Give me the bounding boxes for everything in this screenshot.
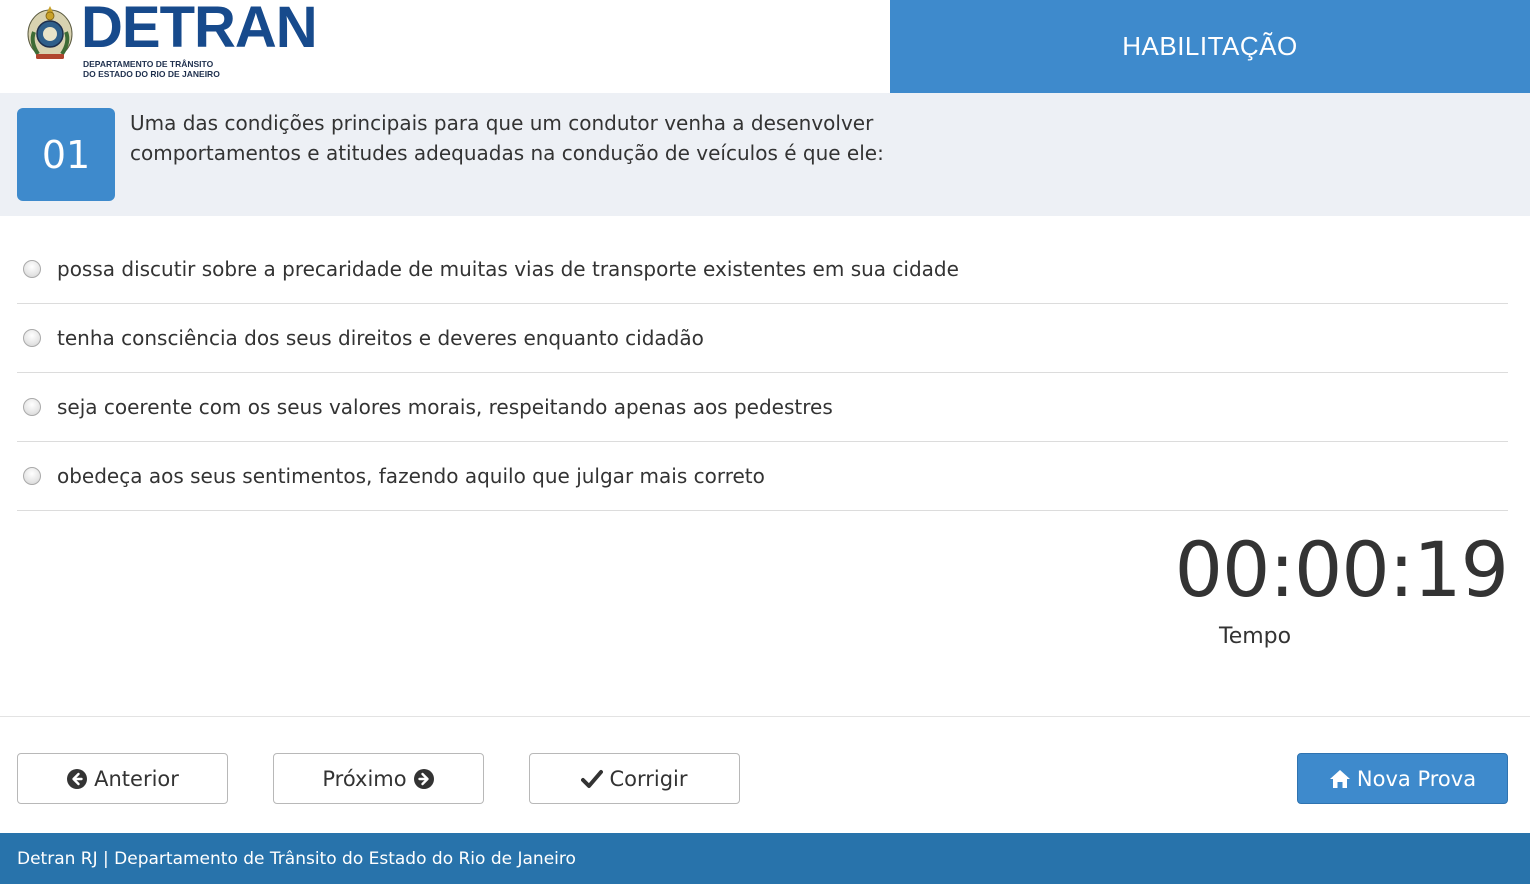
question-number-badge: 01	[17, 108, 115, 201]
radio-button[interactable]	[23, 329, 41, 347]
check-icon	[581, 769, 604, 788]
radio-button[interactable]	[23, 467, 41, 485]
arrow-circle-left-icon	[67, 768, 88, 789]
next-button-label: Próximo	[322, 766, 407, 791]
radio-button[interactable]	[23, 260, 41, 278]
answer-option-text[interactable]: tenha consciência dos seus direitos e de…	[57, 326, 704, 350]
answer-option[interactable]: obedeça aos seus sentimentos, fazendo aq…	[17, 442, 1508, 511]
answer-option[interactable]: possa discutir sobre a precaridade de mu…	[17, 235, 1508, 304]
answer-option[interactable]: tenha consciência dos seus direitos e de…	[17, 304, 1508, 373]
coat-of-arms-icon	[27, 6, 73, 59]
question-text: Uma das condições principais para que um…	[130, 111, 884, 165]
answer-option[interactable]: seja coerente com os seus valores morais…	[17, 373, 1508, 442]
home-icon	[1329, 769, 1350, 788]
answer-option-text[interactable]: obedeça aos seus sentimentos, fazendo aq…	[57, 464, 765, 488]
check-answer-button[interactable]: Corrigir	[529, 753, 740, 804]
footer-text: Detran RJ | Departamento de Trânsito do …	[17, 848, 576, 869]
logo-wordmark: DETRAN	[81, 0, 318, 60]
answer-option-text[interactable]: possa discutir sobre a precaridade de mu…	[57, 257, 959, 281]
detran-logo[interactable]: DETRAN DEPARTAMENTO DE TRÂNSITO DO ESTAD…	[24, 0, 334, 82]
radio-button[interactable]	[23, 398, 41, 416]
logo-subtitle: DEPARTAMENTO DE TRÂNSITO DO ESTADO DO RI…	[83, 59, 220, 79]
divider	[0, 716, 1530, 717]
page-header: DETRAN DEPARTAMENTO DE TRÂNSITO DO ESTAD…	[0, 0, 1530, 93]
check-answer-button-label: Corrigir	[609, 766, 688, 791]
previous-button[interactable]: Anterior	[17, 753, 228, 804]
section-banner: HABILITAÇÃO	[890, 0, 1530, 93]
previous-button-label: Anterior	[94, 766, 179, 791]
timer-display: 00:00:19	[1174, 525, 1509, 614]
section-title: HABILITAÇÃO	[1122, 31, 1298, 61]
page-footer: Detran RJ | Departamento de Trânsito do …	[0, 833, 1530, 884]
new-exam-button-label: Nova Prova	[1356, 766, 1477, 791]
new-exam-button[interactable]: Nova Prova	[1297, 753, 1508, 804]
timer-label: Tempo	[1219, 624, 1292, 649]
arrow-circle-right-icon	[413, 768, 434, 789]
answer-options: possa discutir sobre a precaridade de mu…	[17, 235, 1508, 511]
answer-option-text[interactable]: seja coerente com os seus valores morais…	[57, 395, 833, 419]
next-button[interactable]: Próximo	[273, 753, 484, 804]
question-panel: 01 Uma das condições principais para que…	[0, 93, 1530, 216]
